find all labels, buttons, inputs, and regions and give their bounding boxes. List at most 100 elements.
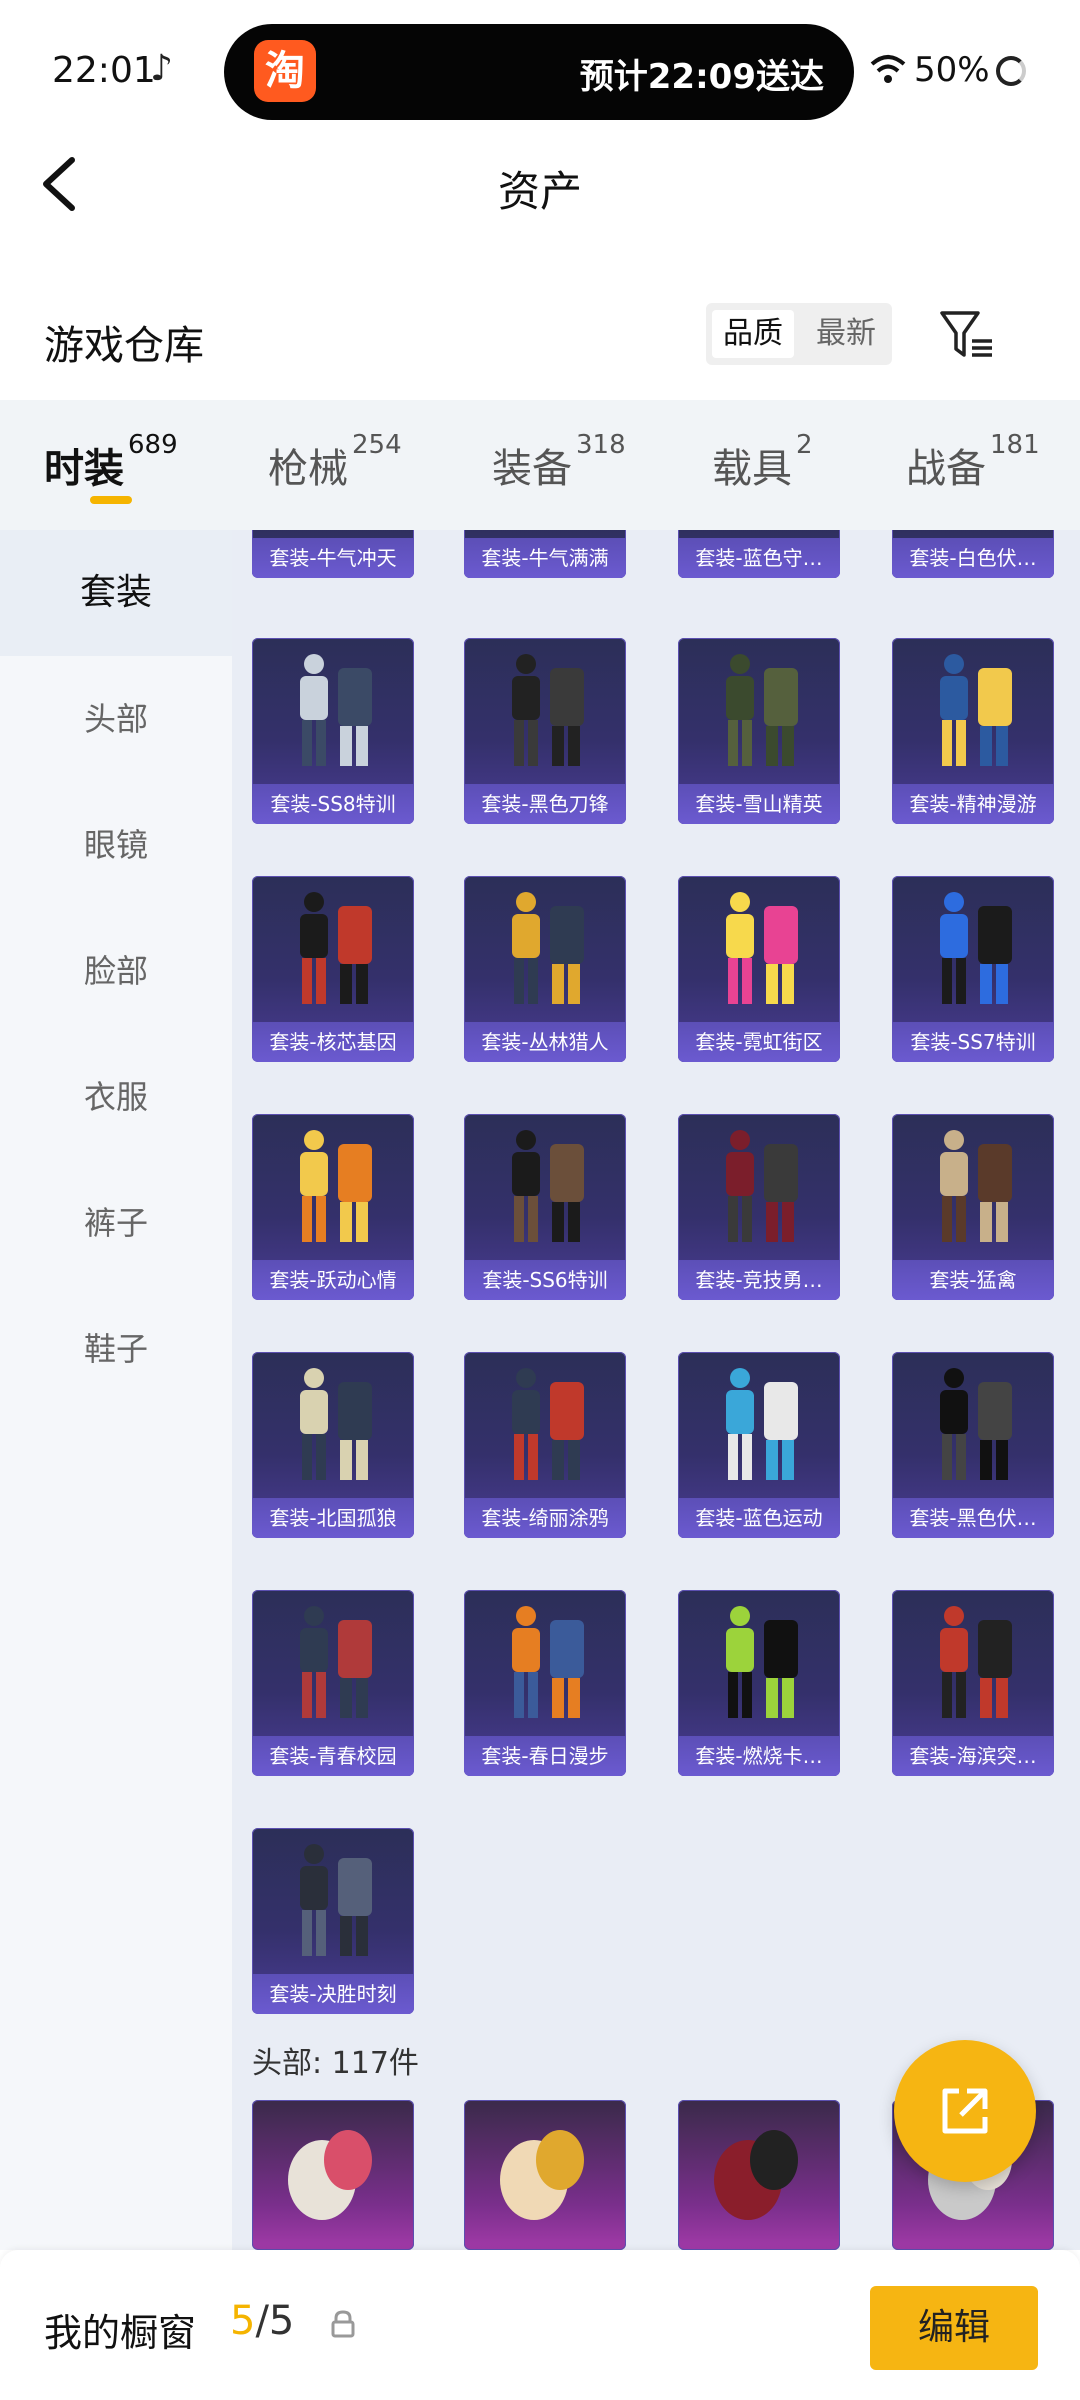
outfit-label: 套装-霓虹街区	[678, 1022, 840, 1062]
outfit-card[interactable]: 套装-春日漫步	[464, 1590, 626, 1776]
outfit-card[interactable]: 套装-海滨突…	[892, 1590, 1054, 1776]
outfit-card[interactable]: 套装-青春校园	[252, 1590, 414, 1776]
showcase-label: 我的橱窗	[44, 2311, 197, 2355]
outfit-image	[726, 892, 798, 1004]
share-icon	[942, 2088, 988, 2134]
outfit-label: 套装-丛林猎人	[464, 1022, 626, 1062]
outfit-card[interactable]: 套装-牛气满满	[464, 530, 626, 578]
outfit-card[interactable]: 套装-雪山精英	[678, 638, 840, 824]
sidebar-item-suit[interactable]: 套装	[0, 530, 232, 656]
outfit-card[interactable]: 套装-SS7特训	[892, 876, 1054, 1062]
outfit-card[interactable]: 套装-蓝色运动	[678, 1352, 840, 1538]
outfit-label: 套装-牛气满满	[464, 538, 626, 578]
outfit-card[interactable]: 套装-绮丽涂鸦	[464, 1352, 626, 1538]
share-fab-button[interactable]	[894, 2040, 1036, 2182]
outfit-card[interactable]: 套装-猛禽	[892, 1114, 1054, 1300]
outfit-image	[726, 1368, 798, 1480]
tab-label: 枪械	[268, 446, 348, 492]
sidebar-item-head[interactable]: 头部	[0, 656, 232, 782]
sort-newest-button[interactable]: 最新	[816, 310, 876, 358]
outfit-image	[512, 654, 584, 766]
outfit-card[interactable]: 套装-决胜时刻	[252, 1828, 414, 2014]
item-grid: 套装-牛气冲天 套装-牛气满满 套装-蓝色守… 套装-白色伏… 套装-SS8特训 套装-黑…	[232, 530, 1080, 2250]
head-item-card[interactable]	[252, 2100, 414, 2250]
tiktok-icon: ♪	[150, 48, 173, 89]
status-time: 22:01	[52, 50, 156, 91]
outfit-label: 套装-白色伏…	[892, 538, 1054, 578]
tab-vehicles[interactable]: 载具2	[712, 430, 813, 494]
head-item-image	[500, 2130, 584, 2220]
sidebar-item-shoes[interactable]: 鞋子	[0, 1286, 232, 1412]
outfit-label: 套装-黑色刀锋	[464, 784, 626, 824]
outfit-image	[726, 1130, 798, 1242]
sidebar-item-pants[interactable]: 裤子	[0, 1160, 232, 1286]
outfit-card[interactable]: 套装-竞技勇…	[678, 1114, 840, 1300]
outfit-card[interactable]: 套装-蓝色守…	[678, 530, 840, 578]
outfit-card[interactable]: 套装-牛气冲天	[252, 530, 414, 578]
outfit-image	[512, 1130, 584, 1242]
outfit-label: 套装-蓝色守…	[678, 538, 840, 578]
outfit-image	[300, 1368, 372, 1480]
nav-bar: 资产	[0, 140, 1080, 235]
outfit-card[interactable]: 套装-SS6特训	[464, 1114, 626, 1300]
showcase-current: 5	[230, 2298, 256, 2344]
sidebar-item-face[interactable]: 脸部	[0, 908, 232, 1034]
tab-count: 181	[990, 430, 1040, 460]
outfit-label: 套装-海滨突…	[892, 1736, 1054, 1776]
tab-count: 689	[128, 430, 178, 460]
outfit-image	[726, 1606, 798, 1718]
outfit-label: 套装-青春校园	[252, 1736, 414, 1776]
head-item-card[interactable]	[678, 2100, 840, 2250]
outfit-card[interactable]: 套装-白色伏…	[892, 530, 1054, 578]
delivery-pill[interactable]: 淘 预计22:09送达	[224, 24, 854, 120]
showcase-total: /5	[255, 2298, 295, 2344]
outfit-image	[300, 1130, 372, 1242]
bottom-bar: 我的橱窗 5/5 编辑	[0, 2250, 1080, 2400]
delivery-text: 预计22:09送达	[579, 57, 824, 97]
outfit-card[interactable]: 套装-核芯基因	[252, 876, 414, 1062]
outfit-label: 套装-核芯基因	[252, 1022, 414, 1062]
outfit-label: 套装-绮丽涂鸦	[464, 1498, 626, 1538]
outfit-image	[940, 1368, 1012, 1480]
active-tab-indicator	[90, 496, 132, 504]
outfit-image	[300, 1606, 372, 1718]
outfit-label: 套装-SS8特训	[252, 784, 414, 824]
outfit-label: 套装-精神漫游	[892, 784, 1054, 824]
outfit-label: 套装-燃烧卡…	[678, 1736, 840, 1776]
outfit-image	[512, 1606, 584, 1718]
tab-guns[interactable]: 枪械254	[268, 430, 402, 494]
outfit-label: 套装-春日漫步	[464, 1736, 626, 1776]
edit-button[interactable]: 编辑	[870, 2286, 1038, 2370]
tab-supplies[interactable]: 战备181	[906, 430, 1040, 494]
outfit-label: 套装-SS7特训	[892, 1022, 1054, 1062]
outfit-card[interactable]: 套装-黑色伏…	[892, 1352, 1054, 1538]
outfit-image	[940, 1130, 1012, 1242]
section-title: 游戏仓库	[44, 323, 204, 369]
outfit-label: 套装-猛禽	[892, 1260, 1054, 1300]
tab-equipment[interactable]: 装备318	[492, 430, 626, 494]
lock-icon	[331, 2310, 355, 2338]
outfit-image	[300, 654, 372, 766]
outfit-card[interactable]: 套装-丛林猎人	[464, 876, 626, 1062]
outfit-card[interactable]: 套装-精神漫游	[892, 638, 1054, 824]
filter-icon[interactable]	[938, 307, 998, 361]
tab-fashion[interactable]: 时装689	[44, 430, 178, 494]
sidebar-item-clothes[interactable]: 衣服	[0, 1034, 232, 1160]
head-item-card[interactable]	[464, 2100, 626, 2250]
showcase-count: 5/5	[230, 2298, 294, 2344]
outfit-card[interactable]: 套装-北国孤狼	[252, 1352, 414, 1538]
tab-label: 战备	[906, 446, 986, 492]
outfit-card[interactable]: 套装-跃动心情	[252, 1114, 414, 1300]
outfit-card[interactable]: 套装-黑色刀锋	[464, 638, 626, 824]
outfit-card[interactable]: 套装-霓虹街区	[678, 876, 840, 1062]
sidebar-item-glasses[interactable]: 眼镜	[0, 782, 232, 908]
outfit-image	[940, 892, 1012, 1004]
outfit-card[interactable]: 套装-SS8特训	[252, 638, 414, 824]
page-title: 资产	[497, 167, 582, 216]
sort-toggle: 品质 最新	[706, 303, 892, 365]
outfit-image	[726, 654, 798, 766]
sort-quality-button[interactable]: 品质	[712, 310, 794, 358]
tab-label: 载具	[712, 446, 792, 492]
outfit-label: 套装-竞技勇…	[678, 1260, 840, 1300]
outfit-card[interactable]: 套装-燃烧卡…	[678, 1590, 840, 1776]
